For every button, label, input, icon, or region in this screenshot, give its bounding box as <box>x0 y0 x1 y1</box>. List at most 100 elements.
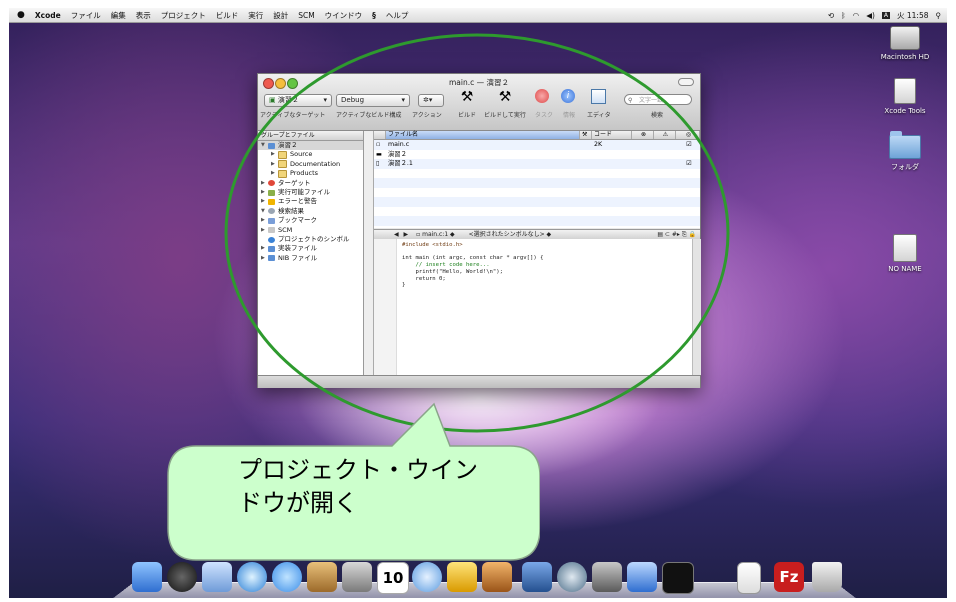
window-titlebar[interactable]: main.c — 演習２ ▣ 演習２ ▾ Debug ▾ ✲▾ アクティブなターゲッ… <box>258 74 700 131</box>
sidebar-item-targets[interactable]: ▶ ターゲット <box>258 179 363 188</box>
safari-icon[interactable] <box>237 562 267 592</box>
menu-project[interactable]: プロジェクト <box>161 10 206 21</box>
ical-icon[interactable]: 10 <box>377 562 409 594</box>
tasks-stop-icon[interactable] <box>535 89 549 103</box>
desktop-icon-folder[interactable]: フォルダ <box>870 131 940 172</box>
sidebar-item-errors-warnings[interactable]: ▶ エラーと警告 <box>258 197 363 206</box>
menu-design[interactable]: 設計 <box>273 10 288 21</box>
disclosure-closed-icon[interactable]: ▶ <box>261 188 268 197</box>
forward-arrow-icon[interactable]: ▶ <box>404 231 409 238</box>
garageband-icon[interactable] <box>482 562 512 592</box>
disclosure-closed-icon[interactable]: ▶ <box>261 226 268 235</box>
menu-file[interactable]: ファイル <box>71 10 101 21</box>
filezilla-icon[interactable]: Fz <box>774 562 804 592</box>
table-row[interactable]: ▫ main.c 2K ☑ <box>374 140 700 150</box>
script-menu-icon[interactable]: § <box>372 11 376 20</box>
build-hammer-icon[interactable]: ⚒ <box>458 88 476 106</box>
sidebar-item-project[interactable]: ▼ 演習２ <box>258 141 363 151</box>
build-and-run-icon[interactable]: ⚒ <box>496 88 514 106</box>
menu-run[interactable]: 実行 <box>248 10 263 21</box>
editor-nav-tools[interactable]: ▤ ⊂ #▸ ⎘ 🔒 <box>657 230 696 239</box>
time-machine-icon[interactable] <box>557 562 587 592</box>
xcode-icon[interactable] <box>627 562 657 592</box>
imovie-icon[interactable] <box>447 562 477 592</box>
sidebar-item-source[interactable]: ▶ Source <box>258 150 363 160</box>
input-method-icon[interactable]: A <box>881 11 890 19</box>
document-icon[interactable] <box>737 562 761 594</box>
column-header-target-icon[interactable]: ◎ <box>676 131 700 139</box>
sidebar-item-project-symbols[interactable]: プロジェクトのシンボル <box>258 235 363 244</box>
sidebar-item-bookmarks[interactable]: ▶ ブックマーク <box>258 216 363 225</box>
menu-view[interactable]: 表示 <box>136 10 151 21</box>
toolbar-toggle-button[interactable] <box>678 78 694 86</box>
column-header-icon[interactable] <box>374 131 386 139</box>
back-arrow-icon[interactable]: ◀ <box>394 231 399 238</box>
target-checkbox[interactable]: ☑ <box>676 159 700 169</box>
sidebar-item-products[interactable]: ▶ Products <box>258 169 363 178</box>
mail-icon[interactable] <box>202 562 232 592</box>
column-header-errors-icon[interactable]: ⊗ <box>632 131 654 139</box>
table-row[interactable]: ▯ 演習２.1 ☑ <box>374 159 700 169</box>
menu-edit[interactable]: 編集 <box>111 10 126 21</box>
sidebar-item-implementation-files[interactable]: ▶ 実装ファイル <box>258 244 363 253</box>
disclosure-closed-icon[interactable]: ▶ <box>261 244 268 253</box>
finder-icon[interactable] <box>132 562 162 592</box>
trash-icon[interactable] <box>812 562 842 592</box>
disclosure-closed-icon[interactable]: ▶ <box>271 169 278 178</box>
sidebar-item-nib-files[interactable]: ▶ NIB ファイル <box>258 254 363 263</box>
disclosure-open-icon[interactable]: ▼ <box>261 141 268 150</box>
build-and-run-label[interactable]: ビルドして実行 <box>484 110 526 119</box>
disclosure-closed-icon[interactable]: ▶ <box>261 216 268 225</box>
search-input[interactable]: ⚲ 文字一致 <box>624 94 692 105</box>
volume-icon[interactable]: ◀) <box>866 11 875 20</box>
system-preferences-icon[interactable] <box>592 562 622 592</box>
active-target-select[interactable]: ▣ 演習２ ▾ <box>264 94 332 107</box>
desktop-icon-xcode-tools[interactable]: Xcode Tools <box>870 78 940 115</box>
itunes-icon[interactable] <box>412 562 442 592</box>
code-editor[interactable]: #include <stdio.h> int main (int argc, c… <box>374 239 692 375</box>
file-history-popup[interactable]: ▫ main.c:1 ◆ <box>416 231 456 238</box>
column-header-code[interactable]: コード <box>592 131 632 139</box>
bluetooth-icon[interactable]: ᛒ <box>841 11 846 20</box>
terminal-icon[interactable] <box>662 562 694 594</box>
sidebar-item-documentation[interactable]: ▶ Documentation <box>258 160 363 169</box>
spotlight-icon[interactable]: ⚲ <box>936 11 942 20</box>
spaces-icon[interactable] <box>522 562 552 592</box>
desktop-icon-macintosh-hd[interactable]: Macintosh HD <box>870 26 940 61</box>
menu-help[interactable]: ヘルプ <box>386 10 409 21</box>
disclosure-closed-icon[interactable]: ▶ <box>261 197 268 206</box>
disclosure-closed-icon[interactable]: ▶ <box>271 160 278 169</box>
sidebar-item-scm[interactable]: ▶ SCM <box>258 226 363 235</box>
disclosure-closed-icon[interactable]: ▶ <box>261 254 268 263</box>
time-machine-status-icon[interactable]: ⟲ <box>828 11 834 20</box>
menu-window[interactable]: ウインドウ <box>325 10 363 21</box>
editor-label[interactable]: エディタ <box>587 110 611 119</box>
editor-gutter[interactable] <box>374 239 397 375</box>
disclosure-closed-icon[interactable]: ▶ <box>261 179 268 188</box>
wifi-icon[interactable]: ◠ <box>853 11 860 20</box>
menu-build[interactable]: ビルド <box>216 10 239 21</box>
apple-menu-icon[interactable]: ● <box>17 10 25 20</box>
column-header-warnings-icon[interactable]: ⚠ <box>654 131 676 139</box>
editor-icon[interactable] <box>591 89 606 104</box>
ichat-icon[interactable] <box>272 562 302 592</box>
table-row[interactable]: ▬ 演習２ <box>374 150 700 160</box>
disclosure-closed-icon[interactable]: ▶ <box>271 150 278 159</box>
code-text[interactable]: #include <stdio.h> int main (int argc, c… <box>402 242 543 289</box>
dashboard-icon[interactable] <box>167 562 197 592</box>
column-header-build-icon[interactable]: ⚒ <box>580 131 592 139</box>
action-menu-button[interactable]: ✲▾ <box>418 94 444 107</box>
sidebar-splitter[interactable] <box>364 131 374 375</box>
disclosure-open-icon[interactable]: ▼ <box>261 207 268 216</box>
desktop-icon-no-name[interactable]: NO NAME <box>870 234 940 273</box>
symbol-popup[interactable]: <選択されたシンボルなし> ◆ <box>469 231 552 238</box>
info-icon[interactable]: i <box>561 89 575 103</box>
menu-clock[interactable]: 火 11:58 <box>897 10 929 21</box>
sidebar-item-executables[interactable]: ▶ 実行可能ファイル <box>258 188 363 197</box>
editor-scrollbar[interactable] <box>692 239 701 375</box>
active-config-select[interactable]: Debug ▾ <box>336 94 410 107</box>
menu-app[interactable]: Xcode <box>35 11 61 20</box>
sidebar-item-find-results[interactable]: ▼ 検索結果 <box>258 207 363 216</box>
iphoto-icon[interactable] <box>342 562 372 592</box>
column-header-filename[interactable]: ファイル名 <box>386 131 580 139</box>
